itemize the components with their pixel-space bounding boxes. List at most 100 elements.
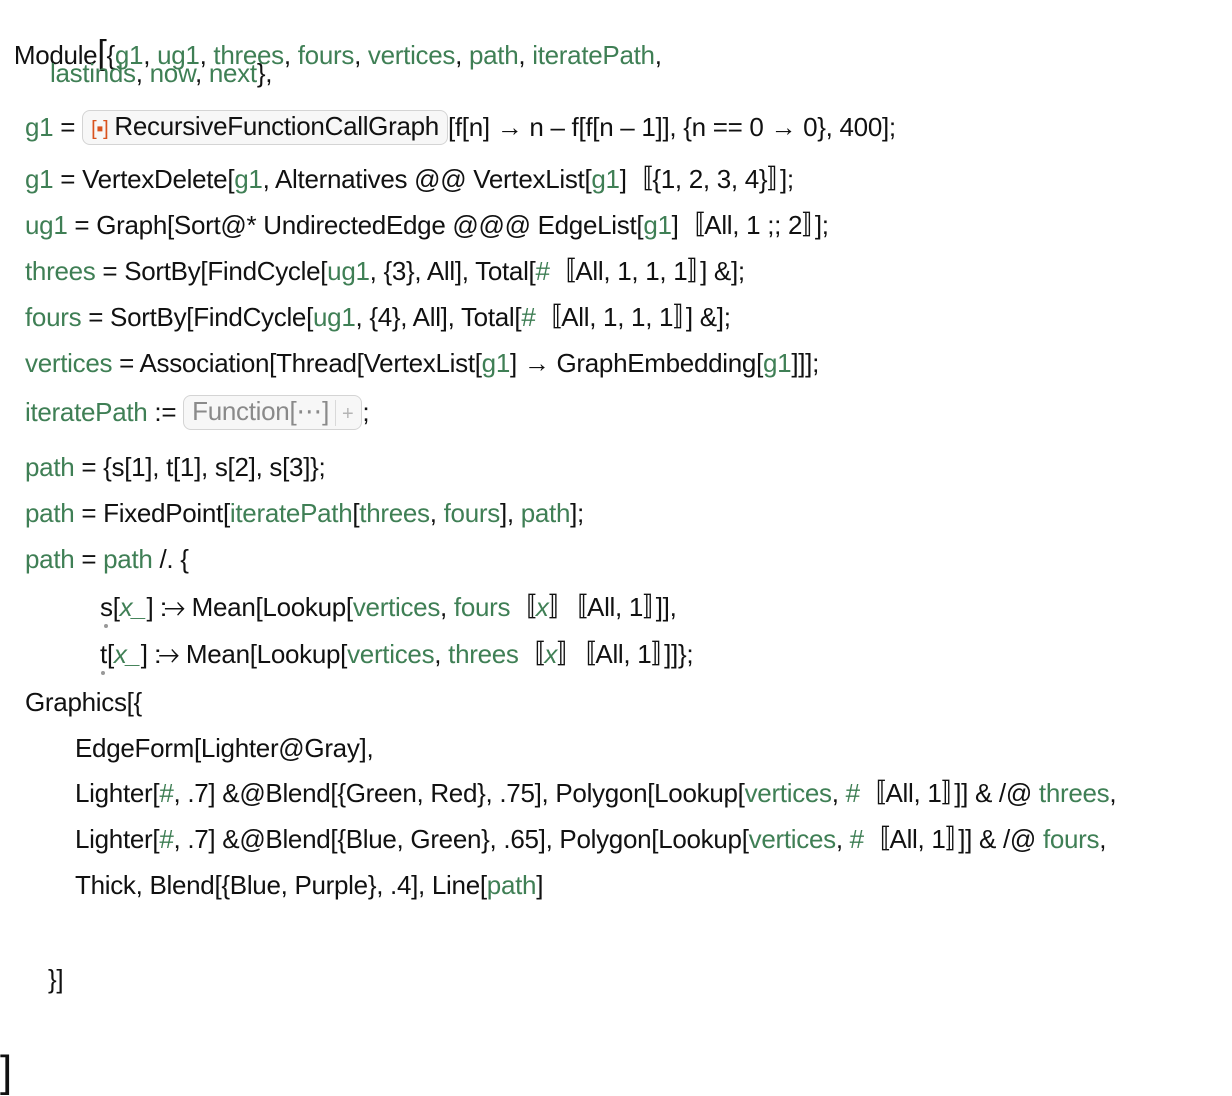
module-line-2: lastinds, now, next}, — [50, 58, 273, 88]
slot: # — [845, 778, 860, 808]
var-fours: fours — [1042, 824, 1100, 854]
code-text: 〚 — [510, 592, 536, 622]
code-text: FixedPoint[ — [103, 498, 230, 528]
var-g1: g1 — [481, 348, 511, 378]
code-text: ] ⧴ Mean[Lookup[ — [140, 639, 348, 669]
code-text: , {3}, All], Total[ — [369, 256, 536, 286]
local-var: fours — [297, 40, 355, 70]
var-g1: g1 — [25, 164, 54, 194]
local-var: now — [149, 58, 196, 88]
code-text: 〚All, 1, 1, 1〛] &]; — [535, 302, 731, 332]
path-init-line: path = {s[1], t[1], s[2], s[3]}; — [25, 452, 326, 482]
code-text: SortBy[FindCycle[ — [124, 256, 328, 286]
code-text: , — [835, 824, 850, 854]
graphics-close-line: }] — [48, 962, 64, 996]
code-text: ]]]; — [791, 348, 820, 378]
code-text: 〚 — [518, 639, 545, 669]
graphics-line-line: Thick, Blend[{Blue, Purple}, .4], Line[p… — [75, 868, 543, 902]
resource-function-icon: [▪] — [91, 117, 109, 140]
pattern-x: x_ — [119, 592, 147, 622]
graphics-edgeform-line: EdgeForm[Lighter@Gray], — [75, 731, 374, 765]
graphics-threes-line: Lighter[#, .7] &@Blend[{Green, Red}, .75… — [75, 776, 1117, 810]
symbol-s: s — [100, 592, 113, 622]
local-var: lastinds — [50, 58, 136, 88]
var-iteratepath: iteratePath — [229, 498, 353, 528]
code-text: , .7] &@Blend[{Blue, Green}, .65], Polyg… — [173, 824, 749, 854]
code-text: ]〚All, 1 ;; 2〛]; — [671, 210, 829, 240]
var-path: path — [25, 498, 75, 528]
local-var: path — [468, 40, 519, 70]
code-text: }] — [48, 964, 64, 994]
resource-function-label: RecursiveFunctionCallGraph — [114, 110, 439, 141]
var-vertices: vertices — [352, 592, 441, 622]
var-g1: g1 — [643, 210, 672, 240]
code-text: /. { — [152, 544, 189, 574]
var-path: path — [486, 870, 537, 900]
path-replace-line: path = path /. { — [25, 544, 189, 574]
code-text: ]〚{1, 2, 3, 4}〛]; — [619, 164, 794, 194]
var-vertices: vertices — [748, 824, 836, 854]
iteratepath-definition-line: iteratePath := Function[⋯] +; — [25, 394, 370, 430]
g1-definition-line: g1 = [▪] RecursiveFunctionCallGraph [f[n] … — [25, 109, 896, 145]
code-text: 〛〚All, 1〛]]}; — [557, 639, 694, 669]
var-ug1: ug1 — [313, 302, 356, 332]
rule-s-line: s[x_] ⧴ Mean[Lookup[vertices, fours〚x〛〚A… — [100, 592, 677, 622]
ug1-definition-line: ug1 = Graph[Sort@* UndirectedEdge @@@ Ed… — [25, 210, 829, 240]
var-path: path — [25, 452, 75, 482]
graphics-head-line: Graphics[{ — [25, 685, 142, 719]
code-text: EdgeForm[Lighter@Gray], — [75, 733, 374, 763]
local-var: vertices — [367, 40, 456, 70]
box-divider — [335, 399, 337, 426]
var-ug1: ug1 — [25, 210, 68, 240]
g1-vertexdelete-line: g1 = VertexDelete[g1, Alternatives @@ Ve… — [25, 164, 794, 194]
var-fours: fours — [25, 302, 82, 332]
symbol-t: t — [100, 639, 107, 669]
pattern-var-x: x — [544, 639, 558, 669]
expand-plus-icon[interactable]: + — [342, 403, 354, 425]
code-text: ; — [362, 397, 370, 427]
var-g1: g1 — [591, 164, 620, 194]
resource-function-box[interactable]: [▪] RecursiveFunctionCallGraph — [82, 109, 448, 145]
var-vertices: vertices — [25, 348, 113, 378]
code-text: Lighter[ — [75, 824, 160, 854]
var-iteratepath: iteratePath — [25, 397, 148, 427]
local-var: next — [208, 58, 257, 88]
var-path: path — [25, 544, 75, 574]
code-text: SortBy[FindCycle[ — [110, 302, 314, 332]
var-g1: g1 — [234, 164, 263, 194]
var-threes: threes — [25, 256, 96, 286]
code-text: 〛〚All, 1〛]], — [548, 592, 677, 622]
var-threes: threes — [1038, 778, 1110, 808]
threes-definition-line: threes = SortBy[FindCycle[ug1, {3}, All]… — [25, 256, 745, 286]
var-vertices: vertices — [347, 639, 435, 669]
code-text: 〚All, 1〛]] & /@ — [863, 824, 1043, 854]
slot: # — [159, 778, 174, 808]
code-text: ] → GraphEmbedding[ — [510, 348, 763, 378]
g1-args: [f[n] → n – f[f[n – 1]], {n == 0 → 0}, 4… — [447, 112, 896, 142]
code-text: , — [1099, 824, 1107, 854]
vertices-definition-line: vertices = Association[Thread[VertexList… — [25, 348, 820, 378]
var-fours: fours — [453, 592, 511, 622]
pattern-x: x_ — [113, 639, 141, 669]
var-vertices: vertices — [744, 778, 832, 808]
slot: # — [535, 256, 550, 286]
code-text: Graphics[{ — [25, 687, 142, 717]
var-path: path — [103, 544, 153, 574]
code-text: , — [831, 778, 846, 808]
slot: # — [159, 824, 174, 854]
local-var: iteratePath — [532, 40, 655, 70]
code-text: , — [440, 592, 454, 622]
code-text: 〚All, 1, 1, 1〛] &]; — [549, 256, 745, 286]
code-text: {s[1], t[1], s[2], s[3]}; — [103, 452, 326, 482]
code-text: , — [1109, 778, 1117, 808]
var-path: path — [520, 498, 571, 528]
set-delayed-operator: := — [154, 397, 177, 427]
module-close-bracket: ] — [0, 1047, 13, 1096]
code-text: ], — [499, 498, 521, 528]
code-text: Thick, Blend[{Blue, Purple}, .4], Line[ — [75, 870, 487, 900]
path-fixedpoint-line: path = FixedPoint[iteratePath[threes, fo… — [25, 498, 584, 528]
code-text: Lighter[ — [75, 778, 160, 808]
slot: # — [521, 302, 536, 332]
code-text: Graph[Sort@* UndirectedEdge @@@ EdgeList… — [96, 210, 644, 240]
function-iconized-box[interactable]: Function[⋯] + — [183, 394, 363, 430]
